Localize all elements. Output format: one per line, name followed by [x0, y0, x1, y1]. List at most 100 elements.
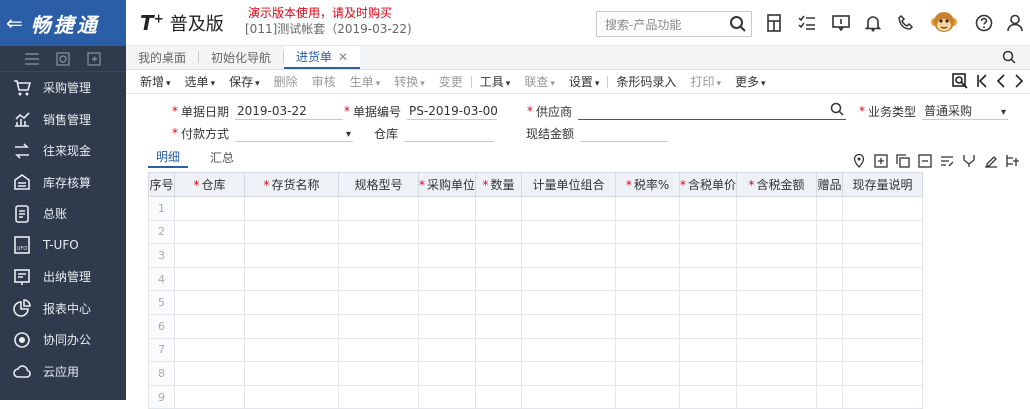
menu-icon[interactable]: [24, 52, 39, 65]
pay-method-select[interactable]: ▾: [235, 124, 354, 142]
grid-cell[interactable]: [417, 266, 477, 292]
grid-cell[interactable]: [244, 196, 339, 221]
grid-cell[interactable]: [244, 219, 339, 245]
grid-cell[interactable]: [679, 243, 738, 268]
grid-cell[interactable]: [174, 313, 245, 339]
phone-icon[interactable]: [895, 12, 917, 34]
calculator-icon[interactable]: [763, 12, 785, 34]
monkey-avatar-icon[interactable]: [930, 9, 958, 37]
grid-cell[interactable]: [736, 243, 818, 268]
grid-cell[interactable]: [679, 384, 738, 409]
grid-cell[interactable]: [174, 337, 245, 363]
grid-cell[interactable]: [842, 290, 924, 315]
first-record-icon[interactable]: [976, 74, 988, 88]
toolbar-button[interactable]: 选单 ▾: [185, 73, 216, 90]
search-icon[interactable]: [729, 15, 747, 33]
grid-cell[interactable]: [521, 219, 617, 245]
biz-type-field[interactable]: * 业务类型 普通采购 ▾: [859, 102, 1009, 120]
notification-bell-icon[interactable]: [862, 12, 884, 34]
tab-my-desktop[interactable]: 我的桌面: [126, 46, 198, 69]
grid-cell[interactable]: [679, 361, 738, 386]
grid-cell[interactable]: [679, 290, 738, 315]
grid-cell[interactable]: [338, 266, 419, 292]
grid-cell[interactable]: [842, 384, 924, 409]
user-icon[interactable]: [1004, 12, 1026, 34]
column-header[interactable]: * 采购单位: [417, 172, 477, 197]
column-settings-icon[interactable]: [1006, 154, 1020, 168]
tab-summary[interactable]: 汇总: [202, 146, 242, 168]
demo-version-notice[interactable]: 演示版本使用，请及时购买: [248, 4, 392, 21]
grid-cell[interactable]: [417, 313, 477, 339]
sidebar-item[interactable]: UFO T-UFO: [0, 230, 126, 262]
grid-cell[interactable]: [174, 196, 245, 221]
grid-cell[interactable]: [679, 196, 738, 221]
grid-cell[interactable]: [736, 384, 818, 409]
tab-detail[interactable]: 明细: [148, 146, 189, 168]
grid-cell[interactable]: [736, 266, 818, 292]
grid-cell[interactable]: [842, 219, 924, 245]
grid-cell[interactable]: [615, 219, 681, 245]
grid-cell[interactable]: [736, 196, 818, 221]
grid-cell[interactable]: [736, 313, 818, 339]
grid-cell[interactable]: [338, 337, 419, 363]
tab-purchase-receipt[interactable]: 进货单 ✕: [284, 46, 361, 69]
warehouse-input[interactable]: [404, 124, 495, 142]
toolbar-button[interactable]: 工具 ▾: [480, 73, 511, 90]
grid-cell[interactable]: [417, 243, 477, 268]
grid-cell[interactable]: [417, 290, 477, 315]
column-header[interactable]: * 仓库: [174, 172, 245, 197]
grid-cell[interactable]: [521, 196, 617, 221]
grid-cell[interactable]: [244, 313, 339, 339]
sidebar-item[interactable]: 总账: [0, 198, 126, 230]
toolbar-button[interactable]: 条形码录入: [616, 73, 676, 90]
grid-cell[interactable]: [615, 313, 681, 339]
grid-cell[interactable]: [475, 313, 523, 339]
column-header[interactable]: 规格型号: [338, 172, 419, 197]
grid-cell[interactable]: [615, 384, 681, 409]
grid-cell[interactable]: [417, 196, 477, 221]
grid-cell[interactable]: [417, 361, 477, 386]
grid-cell[interactable]: [816, 266, 844, 292]
grid-cell[interactable]: [816, 196, 844, 221]
grid-cell[interactable]: [338, 196, 419, 221]
column-header[interactable]: * 含税金额: [736, 172, 818, 197]
column-header[interactable]: * 存货名称: [244, 172, 339, 197]
grid-cell[interactable]: [736, 361, 818, 386]
grid-cell[interactable]: [736, 219, 818, 245]
grid-cell[interactable]: [615, 266, 681, 292]
grid-cell[interactable]: [475, 219, 523, 245]
grid-cell[interactable]: [338, 313, 419, 339]
grid-cell[interactable]: [816, 337, 844, 363]
sidebar-item[interactable]: 协同办公: [0, 324, 126, 356]
task-list-icon[interactable]: [796, 12, 818, 34]
feature-search-input[interactable]: 搜索-产品功能: [596, 11, 752, 37]
sidebar-item[interactable]: 销售管理: [0, 104, 126, 136]
column-header[interactable]: 现存量说明: [842, 172, 924, 197]
grid-cell[interactable]: [842, 243, 924, 268]
column-header[interactable]: * 数量: [475, 172, 523, 197]
grid-cell[interactable]: [521, 361, 617, 386]
grid-cell[interactable]: [417, 384, 477, 409]
grid-cell[interactable]: [816, 290, 844, 315]
grid-cell[interactable]: [521, 290, 617, 315]
grid-cell[interactable]: [475, 384, 523, 409]
grid-cell[interactable]: [521, 384, 617, 409]
grid-cell[interactable]: [174, 290, 245, 315]
grid-cell[interactable]: [736, 337, 818, 363]
insert-row-icon[interactable]: [874, 154, 888, 168]
grid-cell[interactable]: [816, 313, 844, 339]
grid-cell[interactable]: [816, 361, 844, 386]
tab-search-icon[interactable]: [1002, 50, 1016, 64]
grid-cell[interactable]: [842, 313, 924, 339]
grid-cell[interactable]: [679, 219, 738, 245]
grid-cell[interactable]: [475, 196, 523, 221]
grid-cell[interactable]: [244, 243, 339, 268]
column-header[interactable]: 序号: [148, 172, 175, 197]
grid-cell[interactable]: [521, 337, 617, 363]
grid-cell[interactable]: [244, 266, 339, 292]
close-tab-icon[interactable]: ✕: [338, 50, 348, 64]
grid-cell[interactable]: [521, 313, 617, 339]
grid-cell[interactable]: [174, 266, 245, 292]
column-header[interactable]: * 含税单价: [679, 172, 738, 197]
grid-cell[interactable]: [842, 266, 924, 292]
